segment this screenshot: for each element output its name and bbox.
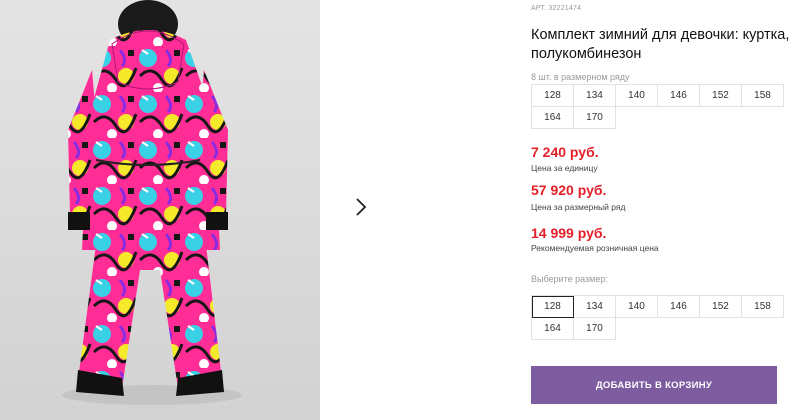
size-option[interactable]: 146 bbox=[658, 296, 700, 318]
size-row-cell: 170 bbox=[574, 107, 616, 129]
size-row-price-note: Цена за размерный ряд bbox=[531, 202, 626, 212]
size-picker: 128 134 140 146 152 158 164 170 bbox=[531, 295, 784, 340]
product-gallery bbox=[0, 0, 400, 420]
size-option[interactable]: 128 bbox=[532, 296, 574, 318]
size-row-price: 57 920 руб. bbox=[531, 182, 607, 198]
choose-size-label: Выберите размер: bbox=[531, 274, 608, 284]
retail-price: 14 999 руб. bbox=[531, 225, 607, 241]
add-to-cart-button[interactable]: ДОБАВИТЬ В КОРЗИНУ bbox=[531, 366, 777, 404]
retail-price-note: Рекомендуемая розничная цена bbox=[531, 243, 659, 253]
size-option[interactable]: 134 bbox=[574, 296, 616, 318]
size-row-cell: 158 bbox=[742, 85, 784, 107]
unit-price: 7 240 руб. bbox=[531, 144, 599, 160]
unit-price-note: Цена за единицу bbox=[531, 163, 598, 173]
size-option[interactable]: 170 bbox=[574, 318, 616, 340]
size-option[interactable]: 164 bbox=[532, 318, 574, 340]
girl-winter-suit-image bbox=[0, 0, 320, 420]
size-row-cell: 140 bbox=[616, 85, 658, 107]
size-option[interactable]: 158 bbox=[742, 296, 784, 318]
chevron-right-icon bbox=[354, 197, 368, 220]
size-option[interactable]: 140 bbox=[616, 296, 658, 318]
size-row-cell: 152 bbox=[700, 85, 742, 107]
size-row-cell: 146 bbox=[658, 85, 700, 107]
article-number: АРТ. 32221474 bbox=[531, 5, 582, 12]
size-row-grid: 128 134 140 146 152 158 164 170 bbox=[531, 84, 784, 129]
size-row-cell: 128 bbox=[532, 85, 574, 107]
size-option[interactable]: 152 bbox=[700, 296, 742, 318]
product-title: Комплект зимний для девочки: куртка, пол… bbox=[531, 27, 790, 62]
product-photo bbox=[0, 0, 320, 420]
size-row-cell: 134 bbox=[574, 85, 616, 107]
gallery-next-button[interactable] bbox=[341, 188, 381, 228]
size-row-label: 8 шт. в размерном ряду bbox=[531, 72, 630, 82]
size-row-cell: 164 bbox=[532, 107, 574, 129]
